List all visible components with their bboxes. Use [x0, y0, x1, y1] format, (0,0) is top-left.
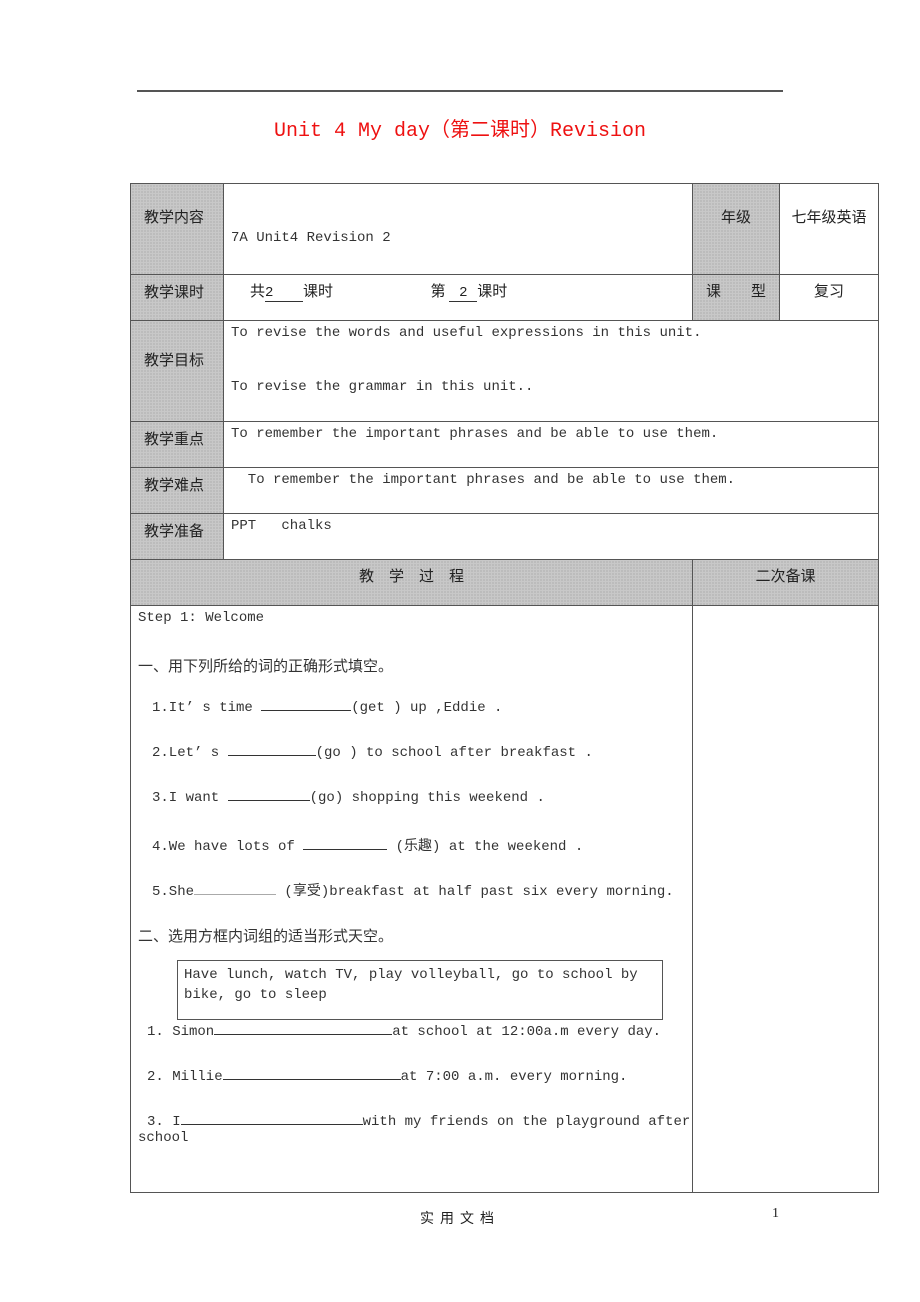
label-lesson-type: 课 型 [692, 274, 781, 321]
exercise-item: 4.We have lots of (乐趣) at the weekend . [152, 839, 584, 855]
step-title: Step 1: Welcome [138, 610, 265, 626]
row-content: 教学内容 7A Unit4 Revision 2 年级 七年级英语 [130, 183, 880, 275]
header-rule [137, 90, 783, 92]
label-objectives: 教学目标 [130, 320, 224, 422]
section2-instruction: 二、选用方框内词组的适当形式天空。 [138, 929, 394, 945]
answer-blank[interactable] [214, 1034, 393, 1035]
lesson-plan-table: 教学内容 7A Unit4 Revision 2 年级 七年级英语 教学课时 共… [129, 183, 880, 1193]
label-preparation: 教学准备 [130, 513, 224, 560]
exercise-item-continuation: school [138, 1130, 189, 1146]
periods-current: 2 [449, 285, 478, 302]
process-body: Step 1: Welcome 一、用下列所给的词的正确形式填空。 1.It’ … [129, 605, 694, 1193]
row-preparation: 教学准备 PPT chalks [130, 513, 880, 560]
document-title: Unit 4 My day（第二课时）Revision [273, 120, 647, 143]
value-lesson-type: 复习 [779, 274, 880, 321]
row-process-header: 教 学 过 程 二次备课 [129, 559, 880, 606]
answer-blank[interactable] [303, 849, 388, 850]
footer-label: 实用文档 [420, 1212, 500, 1227]
answer-blank[interactable] [194, 894, 277, 895]
exercise-item: 3.I want (go) shopping this weekend . [152, 790, 545, 806]
label-periods: 教学课时 [130, 274, 224, 321]
value-periods: 共2 课时 第 2 课时 [222, 274, 694, 321]
section1-instruction: 一、用下列所给的词的正确形式填空。 [138, 659, 394, 675]
answer-blank[interactable] [227, 755, 316, 756]
answer-blank[interactable] [227, 800, 310, 801]
label-difficulties: 教学难点 [130, 467, 224, 514]
value-preparation: PPT chalks [222, 513, 880, 560]
second-prep-notes[interactable] [692, 605, 880, 1193]
exercise-item: 2. Millie at 7:00 a.m. every morning. [147, 1069, 628, 1085]
periods-total-suffix: 课时 [303, 284, 334, 300]
value-content: 7A Unit4 Revision 2 [222, 183, 694, 275]
exercise-item: 3. Iwith my friends on the playground af… [147, 1114, 691, 1130]
answer-blank[interactable] [222, 1079, 401, 1080]
label-content: 教学内容 [130, 183, 224, 275]
exercise-item: 1. Simon at school at 12:00a.m every day. [147, 1024, 662, 1040]
row-key-points: 教学重点 To remember the important phrases a… [130, 421, 880, 468]
process-header: 教 学 过 程 [129, 559, 694, 606]
value-key-points: To remember the important phrases and be… [222, 421, 880, 468]
row-objectives: 教学目标 To revise the words and useful expr… [130, 320, 880, 422]
exercise-item: 5.She (享受)breakfast at half past six eve… [152, 884, 674, 900]
second-prep-header: 二次备课 [692, 559, 880, 606]
row-periods: 教学课时 共2 课时 第 2 课时 课 型 复习 [130, 274, 880, 321]
periods-current-suffix: 课时 [477, 284, 508, 300]
row-process-body: Step 1: Welcome 一、用下列所给的词的正确形式填空。 1.It’ … [129, 605, 880, 1193]
value-grade: 七年级英语 [779, 183, 880, 275]
exercise-item: 2.Let’ s (go ) to school after breakfast… [152, 745, 593, 761]
value-difficulties: To remember the important phrases and be… [222, 467, 880, 514]
row-difficulties: 教学难点 To remember the important phrases a… [130, 467, 880, 514]
value-objectives: To revise the words and useful expressio… [222, 320, 880, 422]
exercise-item: 1.It’ s time (get ) up ,Eddie . [152, 700, 503, 716]
objective-line: To revise the grammar in this unit.. [231, 379, 534, 395]
label-grade: 年级 [692, 183, 781, 275]
objective-line: To revise the words and useful expressio… [231, 325, 702, 341]
label-key-points: 教学重点 [130, 421, 224, 468]
word-box: Have lunch, watch TV, play volleyball, g… [177, 960, 663, 1020]
page-number: 1 [772, 1206, 779, 1221]
answer-blank[interactable] [261, 710, 352, 711]
periods-current-prefix: 第 [430, 284, 446, 300]
answer-blank[interactable] [180, 1124, 363, 1125]
periods-total: 2 [265, 285, 304, 302]
periods-total-prefix: 共 [250, 284, 266, 300]
